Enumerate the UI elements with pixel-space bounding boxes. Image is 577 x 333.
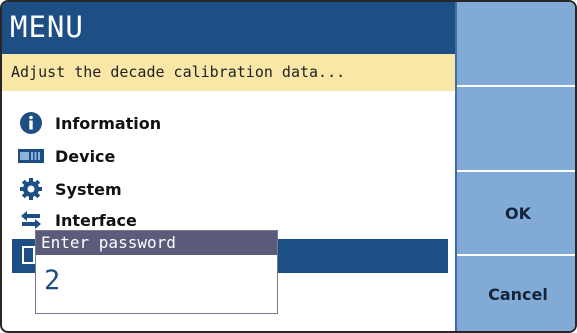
title-bar: MENU [2, 2, 455, 54]
page-title: MENU [10, 10, 84, 44]
cancel-label: Cancel [488, 285, 548, 304]
cancel-button[interactable]: Cancel [457, 256, 575, 331]
instrument-screen: MENU Adjust the decade calibration data.… [0, 0, 577, 333]
dialog-header: Enter password [36, 231, 277, 255]
gear-icon [18, 177, 44, 201]
menu-item-information[interactable]: Information [18, 108, 318, 138]
menu-item-system[interactable]: System [18, 174, 318, 204]
softkey-2[interactable] [457, 87, 575, 172]
softkey-panel: OK Cancel [455, 2, 575, 331]
menu-item-label: Interface [55, 210, 137, 230]
calibration-icon [22, 246, 35, 264]
password-dialog: Enter password 2 [35, 230, 278, 314]
password-input[interactable]: 2 [44, 265, 60, 296]
hint-text: Adjust the decade calibration data... [11, 63, 346, 81]
menu-item-label: System [55, 179, 122, 199]
ok-label: OK [505, 203, 531, 223]
hint-bar: Adjust the decade calibration data... [2, 54, 455, 91]
menu-item-device[interactable]: Device [18, 141, 318, 171]
menu-item-label: Information [55, 113, 162, 133]
arrows-icon [18, 208, 44, 232]
softkey-1[interactable] [457, 2, 575, 87]
menu-item-label: Device [55, 146, 116, 166]
ok-button[interactable]: OK [457, 172, 575, 256]
info-icon [18, 111, 44, 135]
dialog-title: Enter password [41, 233, 176, 252]
device-icon [18, 144, 44, 168]
